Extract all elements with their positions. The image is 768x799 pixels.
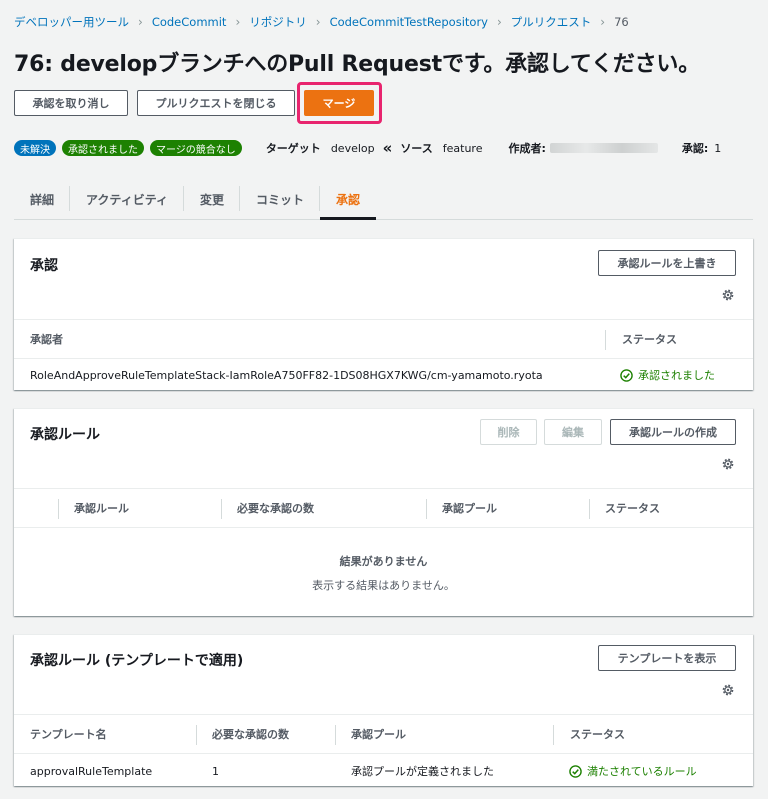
- edit-rule-button[interactable]: 編集: [544, 419, 602, 445]
- page-title: 76: developブランチへのPull Requestです。承認してください…: [14, 52, 701, 77]
- column-divider: [196, 725, 197, 745]
- breadcrumb-repositories[interactable]: リポジトリ: [249, 14, 307, 30]
- tab-approvals-label: 承認: [336, 193, 361, 207]
- breadcrumb: デベロッパー用ツール › CodeCommit › リポジトリ › CodeCo…: [14, 14, 629, 30]
- author-label: 作成者:: [508, 142, 546, 155]
- column-status[interactable]: ステータス: [622, 320, 677, 358]
- tab-activity[interactable]: アクティビティ: [70, 180, 184, 219]
- approvals-panel-title: 承認: [30, 258, 58, 274]
- chevron-right-icon: ›: [235, 15, 241, 29]
- column-divider: [589, 499, 590, 519]
- breadcrumb-codecommit[interactable]: CodeCommit: [152, 15, 227, 29]
- tab-details-label: 詳細: [30, 193, 55, 207]
- settings-gear-icon[interactable]: [721, 683, 735, 697]
- breadcrumb-current: 76: [614, 15, 629, 29]
- status-badge-approved: 承認されました: [62, 140, 144, 156]
- merge-button[interactable]: マージ: [304, 90, 374, 116]
- tab-details[interactable]: 詳細: [14, 180, 71, 219]
- approval-rules-table-header: 承認ルール 必要な承認の数 承認プール ステータス: [14, 488, 753, 528]
- column-required-count[interactable]: 必要な承認の数: [237, 489, 314, 527]
- template-rules-table-header: テンプレート名 必要な承認の数 承認プール ステータス: [14, 714, 753, 754]
- empty-state-title: 結果がありません: [339, 555, 428, 568]
- check-circle-icon: [569, 764, 582, 778]
- approvals-table-header: 承認者 ステータス: [14, 319, 753, 359]
- column-rule[interactable]: 承認ルール: [74, 489, 129, 527]
- template-rules-panel-title: 承認ルール (テンプレートで適用): [30, 653, 244, 669]
- settings-gear-icon[interactable]: [721, 288, 735, 302]
- column-status[interactable]: ステータス: [605, 489, 660, 527]
- create-approval-rule-button[interactable]: 承認ルールの作成: [610, 419, 736, 445]
- approver-cell: RoleAndApproveRuleTemplateStack-IamRoleA…: [30, 368, 543, 382]
- breadcrumb-repository[interactable]: CodeCommitTestRepository: [330, 15, 488, 29]
- approvals-panel: 承認 承認ルールを上書き 承認者 ステータス RoleAndApproveRul…: [14, 238, 753, 390]
- approval-status-cell: 承認されました: [620, 367, 715, 383]
- close-pull-request-button[interactable]: プルリクエストを閉じる: [137, 90, 295, 116]
- pull-request-meta: 未解決 承認されました マージの競合なし ターゲット develop « ソース…: [14, 139, 721, 157]
- double-chevron-left-icon: «: [382, 139, 393, 157]
- status-badge-no-conflict: マージの競合なし: [150, 140, 242, 156]
- breadcrumb-dev-tools[interactable]: デベロッパー用ツール: [14, 14, 129, 30]
- show-template-button[interactable]: テンプレートを表示: [598, 645, 736, 671]
- chevron-right-icon: ›: [138, 15, 143, 29]
- override-approval-rules-button[interactable]: 承認ルールを上書き: [598, 250, 736, 276]
- target-label: ターゲット: [265, 142, 321, 155]
- column-status[interactable]: ステータス: [570, 715, 625, 753]
- template-name-cell[interactable]: approvalRuleTemplate: [30, 763, 152, 779]
- check-circle-icon: [620, 368, 633, 382]
- rule-status-cell: 満たされているルール: [569, 763, 697, 779]
- column-pool[interactable]: 承認プール: [442, 489, 497, 527]
- tab-changes[interactable]: 変更: [184, 180, 240, 219]
- approval-rules-panel: 承認ルール 削除 編集 承認ルールの作成 承認ルール 必要な承認の数 承認プール…: [14, 408, 753, 616]
- settings-gear-icon[interactable]: [721, 457, 735, 471]
- tab-approvals[interactable]: 承認: [320, 180, 377, 220]
- approval-rules-panel-title: 承認ルール: [30, 427, 100, 443]
- author-redacted: [549, 143, 658, 153]
- template-rules-panel: 承認ルール (テンプレートで適用) テンプレートを表示 テンプレート名 必要な承…: [14, 634, 753, 786]
- status-badge-open: 未解決: [14, 140, 56, 156]
- tab-activity-label: アクティビティ: [86, 193, 168, 207]
- tab-bar: 詳細 アクティビティ 変更 コミット 承認: [14, 180, 753, 220]
- column-divider: [221, 499, 222, 519]
- column-pool[interactable]: 承認プール: [351, 715, 406, 753]
- column-required-count[interactable]: 必要な承認の数: [212, 715, 289, 753]
- empty-state-text: 表示する結果はありません。: [312, 579, 455, 592]
- column-divider: [426, 499, 427, 519]
- delete-rule-button[interactable]: 削除: [480, 419, 537, 445]
- approvals-count: 1: [714, 141, 722, 155]
- approval-status-text: 承認されました: [638, 369, 715, 382]
- chevron-right-icon: ›: [600, 15, 606, 29]
- target-value: develop: [330, 141, 375, 155]
- column-template-name[interactable]: テンプレート名: [30, 715, 107, 753]
- tab-changes-label: 変更: [199, 193, 224, 207]
- column-divider: [605, 330, 606, 350]
- tab-commits-label: コミット: [256, 193, 305, 207]
- source-label: ソース: [400, 142, 433, 155]
- column-divider: [553, 725, 554, 745]
- column-divider: [335, 725, 336, 745]
- chevron-right-icon: ›: [496, 15, 502, 29]
- required-count-cell: 1: [212, 764, 219, 778]
- tab-commits[interactable]: コミット: [240, 180, 321, 219]
- pool-cell: 承認プールが定義されました: [351, 765, 494, 778]
- rule-status-text: 満たされているルール: [587, 765, 697, 778]
- revoke-approval-button[interactable]: 承認を取り消し: [14, 90, 128, 116]
- chevron-right-icon: ›: [315, 15, 321, 29]
- column-divider: [58, 499, 59, 519]
- approvals-label: 承認:: [681, 142, 709, 155]
- column-approver[interactable]: 承認者: [30, 320, 63, 358]
- breadcrumb-pull-requests[interactable]: プルリクエスト: [511, 14, 592, 30]
- source-value: feature: [442, 141, 483, 155]
